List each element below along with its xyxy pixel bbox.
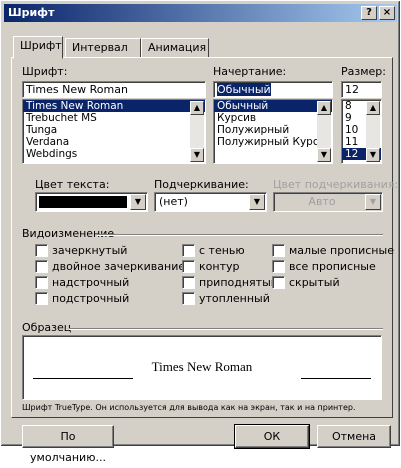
- list-item[interactable]: Webdings: [23, 148, 205, 160]
- preview-description: Шрифт TrueType. Он используется для выво…: [22, 403, 356, 412]
- checkbox-label: надстрочный: [52, 276, 130, 289]
- ok-button[interactable]: ОК: [234, 424, 310, 449]
- scroll-up-icon[interactable]: ▲: [366, 101, 380, 115]
- font-list[interactable]: Times New Roman Trebuchet MS Tunga Verda…: [22, 99, 206, 164]
- preview-box: Times New Roman: [22, 335, 382, 400]
- scroll-up-icon[interactable]: ▲: [317, 101, 331, 115]
- font-scrollbar[interactable]: ▲ ▼: [190, 101, 204, 162]
- checkbox-box[interactable]: [35, 292, 48, 305]
- help-button[interactable]: ?: [361, 6, 377, 20]
- list-item[interactable]: Trebuchet MS: [23, 112, 205, 124]
- scroll-down-icon[interactable]: ▼: [317, 148, 331, 162]
- checkbox-double-strikethrough[interactable]: двойное зачеркивание: [35, 260, 185, 273]
- text-color-select[interactable]: ▼: [35, 192, 148, 212]
- tab-spacing[interactable]: Интервал: [65, 38, 141, 58]
- list-item[interactable]: Полужирный Курсив: [214, 136, 332, 148]
- checkbox-emboss[interactable]: приподнятый: [182, 276, 278, 289]
- preview-baseline-right: [301, 378, 371, 379]
- underline-color-select[interactable]: Авто ▼: [273, 192, 383, 212]
- checkbox-small-caps[interactable]: малые прописные: [272, 244, 394, 257]
- checkbox-superscript[interactable]: надстрочный: [35, 276, 129, 289]
- scroll-down-icon[interactable]: ▼: [190, 148, 204, 162]
- checkbox-box[interactable]: [35, 276, 48, 289]
- font-label: Шрифт:: [22, 65, 68, 78]
- list-item[interactable]: Обычный: [214, 100, 332, 112]
- font-input[interactable]: Times New Roman: [22, 81, 206, 98]
- checkbox-box[interactable]: [182, 260, 195, 273]
- divider: [69, 328, 383, 330]
- font-dialog: Шрифт ? × Шрифт Интервал Анимация Шрифт:…: [0, 0, 401, 464]
- chevron-down-icon[interactable]: ▼: [130, 194, 146, 210]
- checkbox-box[interactable]: [182, 276, 195, 289]
- checkbox-label: все прописные: [289, 260, 376, 273]
- checkbox-box[interactable]: [272, 260, 285, 273]
- size-list[interactable]: 8 9 10 11 12 ▲ ▼: [341, 99, 382, 164]
- checkbox-label: утопленный: [199, 292, 270, 305]
- size-scrollbar[interactable]: ▲ ▼: [366, 101, 380, 162]
- text-color-label: Цвет текста:: [35, 178, 110, 191]
- divider: [97, 234, 383, 236]
- checkbox-box[interactable]: [272, 276, 285, 289]
- checkbox-subscript[interactable]: подстрочный: [35, 292, 129, 305]
- list-item[interactable]: Times New Roman: [23, 100, 205, 112]
- window-title: Шрифт: [8, 6, 55, 19]
- tab-animation[interactable]: Анимация: [141, 38, 209, 58]
- tab-font[interactable]: Шрифт: [13, 36, 63, 59]
- style-label: Начертание:: [213, 65, 287, 78]
- checkbox-label: с тенью: [199, 244, 245, 257]
- checkbox-hidden[interactable]: скрытый: [272, 276, 340, 289]
- scroll-down-icon[interactable]: ▼: [366, 148, 380, 162]
- default-button[interactable]: По умолчанию...: [22, 425, 114, 464]
- preview-group-label: Образец: [22, 321, 72, 334]
- checkbox-label: скрытый: [289, 276, 340, 289]
- checkbox-box[interactable]: [272, 244, 285, 257]
- chevron-down-icon[interactable]: ▼: [365, 194, 381, 210]
- size-label: Размер:: [341, 65, 386, 78]
- checkbox-engrave[interactable]: утопленный: [182, 292, 270, 305]
- title-bar: Шрифт ? ×: [4, 4, 397, 22]
- checkbox-strikethrough[interactable]: зачеркнутый: [35, 244, 127, 257]
- list-item[interactable]: Tunga: [23, 124, 205, 136]
- underline-value: (нет): [159, 195, 188, 208]
- checkbox-all-caps[interactable]: все прописные: [272, 260, 376, 273]
- style-scrollbar[interactable]: ▲ ▼: [317, 101, 331, 162]
- list-item[interactable]: Verdana: [23, 136, 205, 148]
- chevron-down-icon[interactable]: ▼: [249, 194, 265, 210]
- checkbox-outline[interactable]: контур: [182, 260, 239, 273]
- checkbox-label: приподнятый: [199, 276, 278, 289]
- style-list[interactable]: Обычный Курсив Полужирный Полужирный Кур…: [213, 99, 333, 164]
- checkbox-label: подстрочный: [52, 292, 130, 305]
- checkbox-box[interactable]: [35, 260, 48, 273]
- list-item[interactable]: Курсив: [214, 112, 332, 124]
- scroll-up-icon[interactable]: ▲: [190, 101, 204, 115]
- checkbox-box[interactable]: [35, 244, 48, 257]
- underline-select[interactable]: (нет) ▼: [154, 192, 267, 212]
- underline-color-label: Цвет подчеркивания:: [273, 178, 399, 191]
- size-input[interactable]: 12: [341, 81, 382, 98]
- close-button[interactable]: ×: [379, 6, 395, 20]
- list-item[interactable]: Полужирный: [214, 124, 332, 136]
- style-input[interactable]: Обычный: [213, 81, 333, 98]
- cancel-button[interactable]: Отмена: [317, 425, 391, 448]
- preview-sample-text: Times New Roman: [151, 359, 253, 374]
- checkbox-label: двойное зачеркивание: [52, 260, 186, 273]
- underline-label: Подчеркивание:: [154, 178, 249, 191]
- checkbox-box[interactable]: [182, 244, 195, 257]
- preview-baseline-left: [33, 378, 133, 379]
- checkbox-label: контур: [199, 260, 240, 273]
- checkbox-shadow[interactable]: с тенью: [182, 244, 245, 257]
- style-input-value: Обычный: [217, 83, 271, 96]
- checkbox-label: малые прописные: [289, 244, 394, 257]
- color-swatch: [39, 196, 127, 208]
- checkbox-box[interactable]: [182, 292, 195, 305]
- checkbox-label: зачеркнутый: [52, 244, 128, 257]
